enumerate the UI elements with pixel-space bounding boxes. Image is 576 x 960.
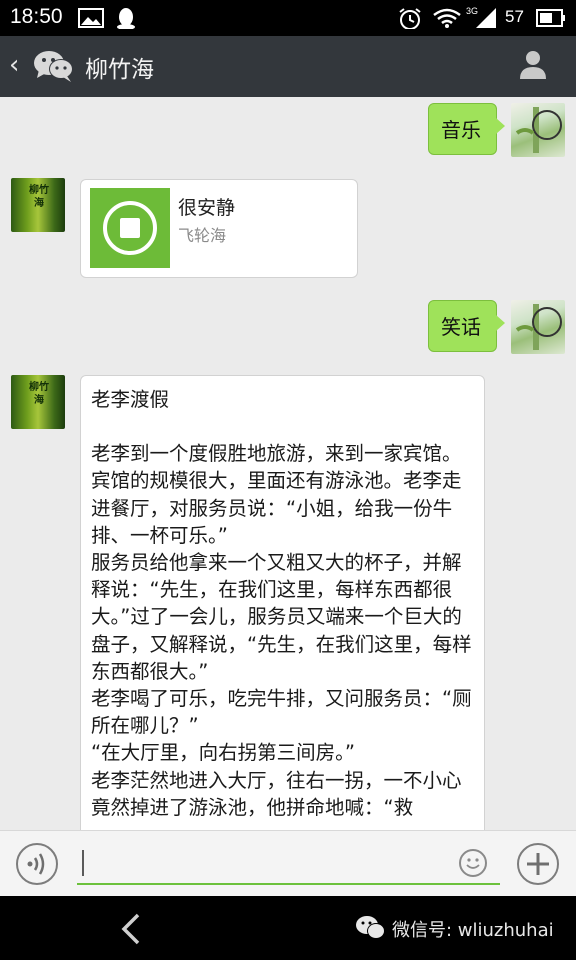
emoji-icon xyxy=(466,858,480,869)
qq-icon xyxy=(117,8,135,29)
avatar-image-icon xyxy=(515,304,562,350)
music-card[interactable]: 很安静 飞轮海 xyxy=(80,179,358,278)
back-button[interactable]: ‹ xyxy=(9,50,19,80)
signal-icon xyxy=(476,8,496,28)
text-cursor xyxy=(82,850,84,876)
chat-messages[interactable]: 音乐 柳竹海 很安静 飞轮海 笑话 柳竹海 老李渡假 老李到一个度假胜地旅游，来… xyxy=(0,97,576,830)
message-bubble-joke-keyword[interactable]: 笑话 xyxy=(428,300,505,352)
message-text: 音乐 xyxy=(441,118,481,142)
chat-header: ‹ 柳竹海 xyxy=(0,36,576,97)
joke-title: 老李渡假 xyxy=(91,388,170,411)
emoji-button[interactable] xyxy=(459,849,487,877)
profile-button[interactable] xyxy=(518,49,548,81)
message-input[interactable] xyxy=(77,843,500,885)
joke-message-bubble[interactable]: 老李渡假 老李到一个度假胜地旅游，来到一家宾馆。宾馆的规模很大，里面还有游泳池。… xyxy=(80,375,485,830)
message-text: 笑话 xyxy=(441,315,481,339)
wechat-icon xyxy=(34,51,73,82)
voice-input-button[interactable] xyxy=(16,843,58,885)
chat-title: 柳竹海 xyxy=(85,57,154,83)
bubble-tail xyxy=(496,118,505,134)
stop-icon xyxy=(120,218,140,238)
watermark-text: 微信号: wliuzhuhai xyxy=(392,920,554,941)
plus-icon xyxy=(527,853,549,875)
avatar-image-icon xyxy=(515,107,562,153)
contact-avatar[interactable]: 柳竹海 xyxy=(11,178,65,232)
music-stop-button[interactable] xyxy=(90,188,170,268)
alarm-icon xyxy=(399,8,421,29)
battery-level: 57 xyxy=(505,7,524,26)
status-time: 18:50 xyxy=(10,5,63,28)
input-bar xyxy=(0,830,576,896)
more-button[interactable] xyxy=(517,843,559,885)
navigation-bar: 微信号: wliuzhuhai xyxy=(0,896,576,960)
wifi-icon xyxy=(433,8,461,28)
wechat-watermark-icon xyxy=(356,916,385,939)
music-artist: 飞轮海 xyxy=(178,226,227,245)
my-avatar[interactable] xyxy=(511,103,565,157)
status-bar: 18:50 3G 57 xyxy=(0,0,576,36)
contact-avatar[interactable]: 柳竹海 xyxy=(11,375,65,429)
music-title: 很安静 xyxy=(178,197,236,219)
bubble-tail xyxy=(496,315,505,331)
joke-body: 老李到一个度假胜地旅游，来到一家宾馆。宾馆的规模很大，里面还有游泳池。老李走进餐… xyxy=(91,442,472,819)
my-avatar[interactable] xyxy=(511,300,565,354)
avatar-label: 柳竹海 xyxy=(29,185,49,209)
avatar-label: 柳竹海 xyxy=(29,382,49,406)
image-icon xyxy=(78,8,104,28)
message-bubble-music-keyword[interactable]: 音乐 xyxy=(428,103,505,155)
voice-icon xyxy=(27,853,45,875)
battery-icon xyxy=(536,9,565,27)
nav-back-button[interactable] xyxy=(118,912,144,946)
